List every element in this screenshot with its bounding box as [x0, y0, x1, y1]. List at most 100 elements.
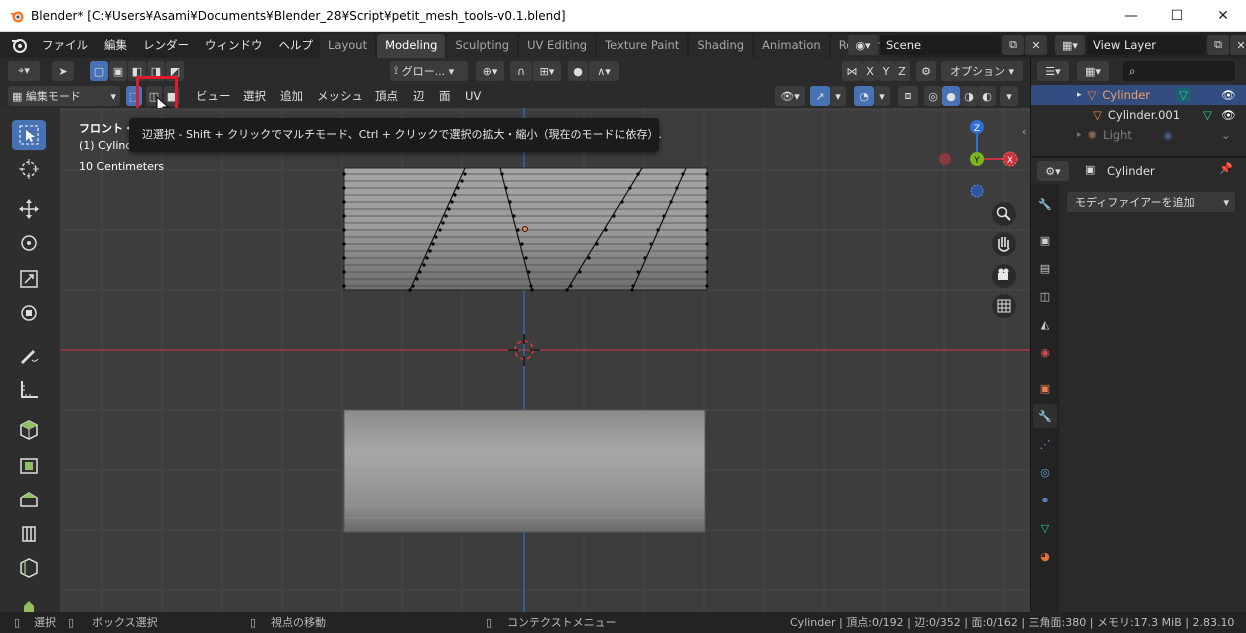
menu-add[interactable]: 追加 — [280, 86, 303, 106]
annotate-tool[interactable] — [12, 340, 46, 370]
material-shading-icon[interactable]: ◑ — [960, 86, 978, 106]
cylinder-edit-mesh[interactable] — [342, 167, 709, 292]
snap-toggle-icon[interactable]: ∩ — [510, 61, 532, 81]
select-mode-extend-icon[interactable]: ▣ — [109, 61, 127, 81]
view-layer-copy-icon[interactable]: ⧉ — [1207, 35, 1229, 55]
editor-type-icon[interactable]: ⌖▾ — [8, 61, 40, 81]
overlay-dropdown[interactable]: ▾ — [874, 86, 890, 106]
menu-view[interactable]: ビュー — [196, 86, 231, 106]
add-modifier-dropdown[interactable]: モディファイアーを追加 ▾ — [1067, 192, 1235, 212]
tab-constraints-icon[interactable]: ⚭ — [1033, 488, 1057, 512]
maximize-button[interactable]: ☐ — [1154, 0, 1200, 32]
loop-cut-tool[interactable] — [12, 552, 46, 582]
close-button[interactable]: ✕ — [1200, 0, 1246, 32]
gizmo-neg-z-axis[interactable] — [970, 184, 984, 198]
eye-icon[interactable]: 👁 — [1221, 88, 1236, 102]
display-mode-dropdown[interactable]: ▦▾ — [1077, 61, 1109, 81]
inset-tool[interactable] — [12, 484, 46, 514]
menu-vertex[interactable]: 頂点 — [375, 86, 398, 106]
menu-window[interactable]: ウィンドウ — [197, 32, 271, 58]
menu-face[interactable]: 面 — [439, 86, 451, 106]
tab-shading[interactable]: Shading — [689, 34, 753, 58]
properties-editor-type-icon[interactable]: ⚙▾ — [1037, 161, 1069, 181]
scene-remove-icon[interactable]: ✕ — [1025, 35, 1047, 55]
pan-hand-icon[interactable] — [992, 232, 1016, 256]
mirror-y-toggle[interactable]: Y — [878, 61, 894, 81]
view-layer-remove-icon[interactable]: ✕ — [1230, 35, 1246, 55]
tab-data-icon[interactable]: ▽ — [1033, 516, 1057, 540]
wireframe-shading-icon[interactable]: ◎ — [924, 86, 942, 106]
transform-orientation-dropdown[interactable]: ⟟ グロー... ▾ — [390, 61, 468, 81]
tab-world-icon[interactable]: ◉ — [1033, 340, 1057, 364]
proportional-edit-icon[interactable]: ● — [568, 61, 588, 81]
outliner-item-cylinder-001[interactable]: ▽ Cylinder.001 ▽ 👁 — [1031, 105, 1246, 125]
add-cube-tool[interactable] — [12, 414, 46, 444]
chevron-down-icon[interactable]: ⌄ — [1221, 128, 1231, 142]
tab-uv-editing[interactable]: UV Editing — [519, 34, 596, 58]
tab-texture-paint[interactable]: Texture Paint — [597, 34, 688, 58]
mirror-x-toggle[interactable]: X — [862, 61, 878, 81]
tab-particles-icon[interactable]: ⋰ — [1033, 432, 1057, 456]
mirror-icon[interactable]: ⋈ — [842, 61, 862, 81]
minimize-button[interactable]: — — [1108, 0, 1154, 32]
menu-uv[interactable]: UV — [465, 86, 481, 106]
transform-tool[interactable] — [12, 298, 46, 328]
view-layer-browse-icon[interactable]: ▦▾ — [1055, 35, 1085, 55]
scale-tool[interactable] — [12, 264, 46, 294]
tab-physics-icon[interactable]: ◎ — [1033, 460, 1057, 484]
blender-logo-icon[interactable] — [10, 36, 28, 54]
select-box-tool[interactable] — [12, 120, 46, 150]
tab-object-icon[interactable]: ▣ — [1033, 376, 1057, 400]
solid-shading-icon[interactable]: ● — [942, 86, 960, 106]
select-tool-icon[interactable]: ➤ — [52, 61, 74, 81]
tab-view-layer-icon[interactable]: ◫ — [1033, 284, 1057, 308]
rotate-tool[interactable] — [12, 228, 46, 258]
zoom-icon[interactable] — [992, 202, 1016, 226]
measure-tool[interactable] — [12, 374, 46, 404]
tab-modifier-icon[interactable]: 🔧 — [1033, 404, 1057, 428]
view-layer-field[interactable]: View Layer — [1087, 35, 1205, 55]
tab-tool-icon[interactable]: 🔧 — [1033, 192, 1057, 216]
pivot-point-dropdown[interactable]: ⊕▾ — [476, 61, 504, 81]
menu-file[interactable]: ファイル — [34, 32, 96, 58]
outliner-search-input[interactable]: ⌕ — [1123, 61, 1235, 81]
gizmo-neg-x-axis[interactable] — [939, 153, 951, 165]
bevel-tool[interactable] — [12, 518, 46, 548]
xray-toggle-icon[interactable]: ⧈ — [898, 86, 918, 106]
gizmo-toggle-icon[interactable]: ↗ — [810, 86, 830, 106]
move-tool[interactable] — [12, 194, 46, 224]
outliner-item-light[interactable]: ▸ ✺ Light ◉ ⌄ — [1031, 125, 1246, 145]
menu-help[interactable]: ヘルプ — [271, 32, 322, 58]
options-dropdown[interactable]: オプション ▾ — [941, 61, 1023, 81]
menu-edge[interactable]: 辺 — [413, 86, 425, 106]
eye-icon[interactable]: 👁 — [1221, 108, 1236, 122]
pin-icon[interactable]: 📌 — [1219, 162, 1233, 175]
scene-name-field[interactable]: Scene — [880, 35, 1000, 55]
tab-scene-icon[interactable]: ◭ — [1033, 312, 1057, 336]
extrude-tool[interactable] — [12, 450, 46, 480]
gizmo-dropdown[interactable]: ▾ — [830, 86, 846, 106]
menu-select[interactable]: 選択 — [243, 86, 266, 106]
rendered-shading-icon[interactable]: ◐ — [978, 86, 996, 106]
cylinder-001-object[interactable] — [343, 409, 706, 533]
outliner-editor-type-icon[interactable]: ☰▾ — [1037, 61, 1069, 81]
tab-render-icon[interactable]: ▣ — [1033, 228, 1057, 252]
ortho-grid-icon[interactable] — [992, 294, 1016, 318]
select-mode-new-icon[interactable]: ▢ — [90, 61, 108, 81]
outliner-item-cylinder[interactable]: ▸ ▽ Cylinder ▽ 👁 — [1031, 85, 1246, 105]
visibility-dropdown[interactable]: 👁▾ — [775, 86, 805, 106]
tab-modeling[interactable]: Modeling — [377, 34, 446, 58]
scene-copy-icon[interactable]: ⧉ — [1002, 35, 1024, 55]
tab-material-icon[interactable]: ◕ — [1033, 544, 1057, 568]
tab-layout[interactable]: Layout — [320, 34, 376, 58]
tool-settings-icon[interactable]: ⚙ — [916, 61, 936, 81]
falloff-dropdown[interactable]: ∧▾ — [589, 61, 619, 81]
navigation-gizmo[interactable]: Z X Y — [939, 120, 1018, 198]
tab-output-icon[interactable]: ▤ — [1033, 256, 1057, 280]
scene-browse-icon[interactable]: ◉▾ — [848, 35, 878, 55]
overlay-toggle-icon[interactable]: ◔ — [854, 86, 874, 106]
menu-mesh[interactable]: メッシュ — [317, 86, 363, 106]
tab-animation[interactable]: Animation — [754, 34, 829, 58]
cursor-tool[interactable] — [12, 154, 46, 184]
snap-target-dropdown[interactable]: ⊞▾ — [533, 61, 561, 81]
